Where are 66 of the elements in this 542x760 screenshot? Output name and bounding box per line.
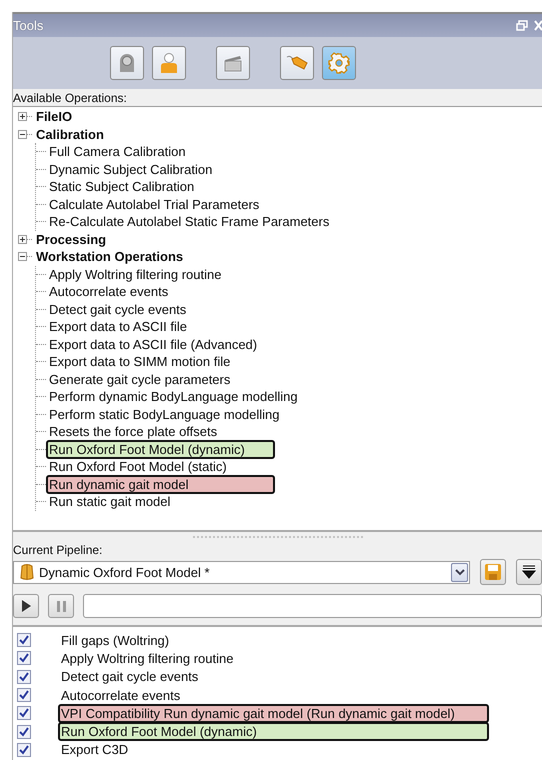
operation-item[interactable]: Calculate Autolabel Trial Parameters xyxy=(46,194,266,214)
pipeline-dropdown[interactable]: Dynamic Oxford Foot Model * xyxy=(13,560,470,584)
collapse-icon[interactable] xyxy=(18,252,27,262)
operation-item[interactable]: Apply Woltring filtering routine xyxy=(46,264,228,284)
operation-item[interactable]: Perform static BodyLanguage modelling xyxy=(46,404,286,424)
checked-checkbox[interactable] xyxy=(17,706,31,720)
settings-icon xyxy=(328,52,350,74)
operation-item[interactable]: Run static gait model xyxy=(46,492,176,512)
category-label[interactable]: Processing xyxy=(36,232,106,247)
chevron-down-icon xyxy=(454,568,465,576)
close-icon[interactable] xyxy=(534,20,542,31)
play-button[interactable] xyxy=(13,594,39,618)
collapse-icon[interactable] xyxy=(18,130,27,139)
operation-item[interactable]: Fill gaps (Woltring) xyxy=(58,630,176,650)
operation-item[interactable]: Detect gait cycle events xyxy=(46,300,192,319)
operation-item[interactable]: Export data to ASCII file (Advanced) xyxy=(46,334,264,354)
operation-item[interactable]: Re-Calculate Autolabel Static Frame Parameters xyxy=(46,212,336,232)
toolbar-button[interactable] xyxy=(110,46,144,80)
operation-item[interactable]: VPI Compatibility Run dynamic gait model (Run dynamic gait model) xyxy=(58,704,489,723)
save-icon xyxy=(484,563,502,581)
operation-item[interactable]: Resets the force plate offsets xyxy=(46,422,224,442)
operation-item[interactable]: Dynamic Subject Calibration xyxy=(46,160,218,179)
category-label[interactable]: Workstation Operations xyxy=(36,249,184,264)
operation-item[interactable]: Run Oxford Foot Model (static) xyxy=(46,457,233,476)
section-label: Current Pipeline: xyxy=(13,542,104,559)
person-icon xyxy=(158,52,178,74)
operation-item[interactable]: Autocorrelate events xyxy=(46,282,174,302)
operation-item[interactable]: Apply Woltring filtering routine xyxy=(58,648,240,668)
operation-item[interactable]: Perform dynamic BodyLanguage modelling xyxy=(46,387,304,406)
checked-checkbox[interactable] xyxy=(17,651,31,666)
operation-item[interactable]: Static Subject Calibration xyxy=(46,177,200,196)
clapperboard-icon xyxy=(222,53,242,73)
play-icon xyxy=(21,600,31,612)
restore-icon[interactable] xyxy=(516,20,528,31)
expand-icon[interactable] xyxy=(18,112,27,122)
toolbar-button[interactable] xyxy=(216,46,250,80)
operation-item[interactable]: Detect gait cycle events xyxy=(58,667,204,686)
dropdown-button[interactable] xyxy=(451,562,468,582)
operation-item[interactable]: Export data to ASCII file xyxy=(46,317,194,336)
operation-item[interactable]: Export data to SIMM motion file xyxy=(46,352,236,372)
dropdown-value: Dynamic Oxford Foot Model * xyxy=(39,564,211,580)
operation-item[interactable]: Run Oxford Foot Model (dynamic) xyxy=(58,722,489,742)
pause-icon xyxy=(56,600,66,612)
checked-checkbox[interactable] xyxy=(17,670,31,684)
operation-item[interactable]: Run Oxford Foot Model (dynamic) xyxy=(46,440,275,459)
checked-checkbox[interactable] xyxy=(17,724,31,739)
checked-checkbox[interactable] xyxy=(17,688,31,702)
expand-icon[interactable] xyxy=(18,234,27,244)
operation-item[interactable]: Export C3D xyxy=(58,740,134,760)
operation-item[interactable]: Autocorrelate events xyxy=(58,686,186,705)
panel-title: Tools xyxy=(13,18,44,33)
save-button[interactable] xyxy=(480,559,506,585)
menu-icon xyxy=(522,565,536,579)
checked-checkbox[interactable] xyxy=(17,633,31,648)
toolbar-button[interactable] xyxy=(152,46,186,80)
toolbar-button[interactable] xyxy=(322,46,356,80)
operation-item[interactable]: Full Camera Calibration xyxy=(46,142,192,162)
menu-button[interactable] xyxy=(516,559,542,585)
checked-checkbox[interactable] xyxy=(17,742,31,757)
toolbar-button[interactable] xyxy=(280,46,314,80)
operation-item[interactable]: Generate gait cycle parameters xyxy=(46,370,236,389)
pause-button[interactable] xyxy=(48,594,74,618)
category-label[interactable]: Calibration xyxy=(36,126,104,142)
section-label: Available Operations: xyxy=(13,89,542,106)
operation-item[interactable]: Run dynamic gait model xyxy=(46,474,275,494)
category-label[interactable]: FileIO xyxy=(36,109,72,124)
